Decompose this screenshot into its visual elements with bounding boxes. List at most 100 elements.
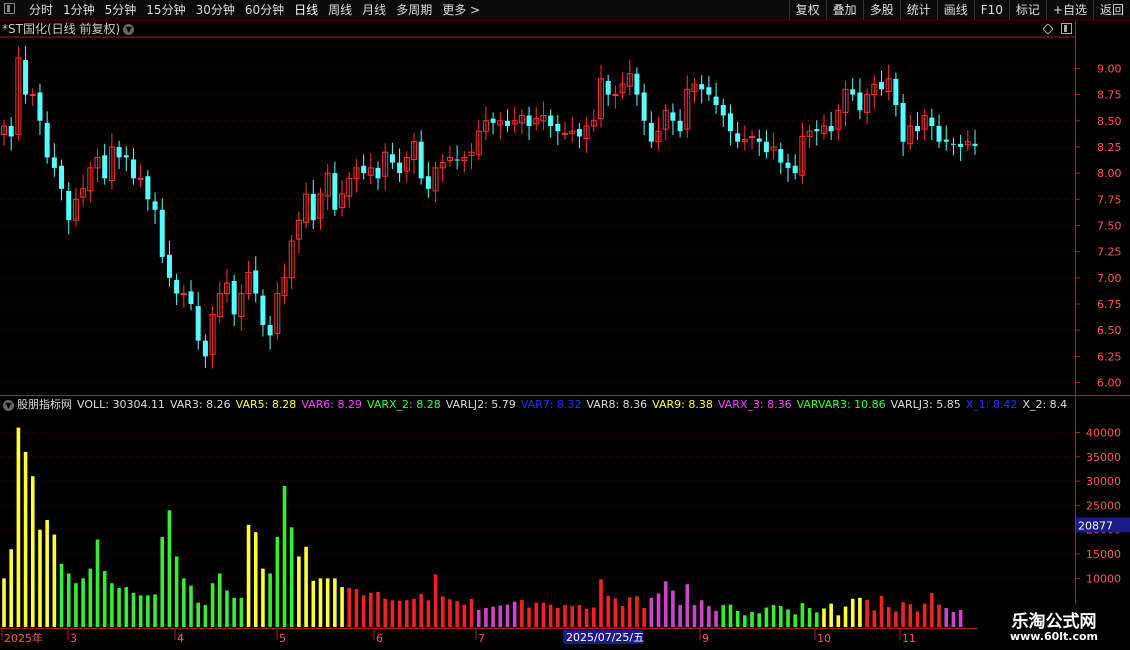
volume-bar (548, 604, 553, 627)
candle (634, 67, 640, 107)
candle (569, 117, 576, 143)
candle (152, 192, 158, 224)
volume-bar (455, 601, 459, 627)
candle-body (878, 82, 884, 90)
volume-bar (95, 539, 100, 627)
candle (37, 83, 43, 135)
volume-bar (599, 579, 603, 627)
volume-bar (268, 573, 272, 627)
candle-body (778, 149, 784, 163)
candle (468, 143, 475, 170)
candle (533, 107, 540, 131)
volume-bar (800, 603, 805, 627)
candle-body (137, 177, 144, 180)
volume-bar (649, 597, 654, 627)
volume-bar (138, 595, 143, 627)
candle-body (260, 295, 266, 325)
volume-bar (829, 603, 833, 627)
candle (446, 145, 453, 167)
volume-bar (563, 605, 567, 627)
candle (756, 129, 762, 156)
candle-body (857, 92, 863, 111)
candle (361, 154, 367, 180)
candle (540, 101, 547, 130)
volume-bar (16, 427, 21, 627)
volume-bar (915, 611, 920, 627)
candle (605, 74, 611, 107)
candle (339, 179, 346, 217)
candle (864, 88, 871, 124)
candle (684, 75, 691, 139)
candle-body (576, 129, 582, 137)
candle (87, 161, 94, 203)
date-tick-label: 4 (177, 632, 184, 645)
candle (195, 291, 201, 350)
candle (741, 125, 748, 151)
indicator-value: VAR7: 8.32 (520, 398, 582, 411)
volume-bar (131, 592, 136, 627)
candle (749, 130, 756, 150)
candle (878, 70, 884, 96)
candle (44, 111, 50, 164)
chevron-down-icon[interactable]: ▼ (3, 399, 14, 411)
candle-body (202, 340, 208, 357)
indicator-bar: ▼ 股朋指标网 VOLL: 30304.11 VAR3: 8.26 VAR5: 8.28… (0, 397, 1075, 413)
price-tick-label: 9.00 (1097, 62, 1122, 75)
candle-body (893, 78, 899, 106)
candle (461, 151, 468, 173)
price-tick-label: 8.50 (1097, 115, 1122, 128)
candle (123, 146, 129, 172)
volume-bar (620, 606, 625, 627)
volume-tick-label: 40000 (1086, 426, 1121, 439)
candle (80, 174, 87, 207)
candle (857, 78, 863, 120)
candle (763, 130, 769, 159)
candle (835, 104, 842, 141)
volume-bar (426, 600, 431, 627)
volume-bar (498, 605, 503, 627)
volume-bar (153, 594, 157, 627)
candle-body (936, 126, 942, 142)
volume-bar (520, 599, 524, 627)
candle (691, 77, 698, 103)
candle (871, 75, 878, 109)
volume-bar (182, 578, 186, 627)
indicator-value: VAR9: 8.38 (652, 398, 713, 411)
candle-body (397, 162, 403, 174)
candle (820, 114, 827, 140)
candle (137, 164, 144, 188)
candle-body (188, 291, 194, 304)
volume-bar (642, 608, 646, 627)
volume-bar (721, 605, 726, 627)
candle (590, 109, 597, 133)
date-highlight-label: 2025/07/25/五 (566, 631, 644, 644)
volume-bar (922, 603, 927, 627)
volume-bar (606, 595, 610, 627)
volume-bar (836, 615, 841, 627)
volume-bar (448, 599, 452, 627)
volume-bar (318, 578, 323, 627)
volume-bar (779, 606, 783, 627)
candle (231, 274, 237, 326)
candle-body (454, 159, 460, 161)
candle-body (648, 122, 654, 142)
volume-bar (476, 609, 481, 627)
candle-body (180, 293, 187, 296)
volume-bar (894, 611, 898, 627)
volume-tick-label: 35000 (1086, 451, 1121, 464)
chart-canvas[interactable]: 9.00 8.75 8.50 8.25 8.00 7.75 7.50 7.25 7.00 6.75… (0, 0, 1130, 650)
candle (174, 273, 180, 306)
indicator-value: X_1: 8.42 (965, 398, 1018, 411)
indicator-name: 股朋指标网 (17, 398, 72, 411)
volume-bar (361, 595, 366, 627)
candle (555, 115, 561, 146)
volume-bar (38, 529, 42, 627)
candle (670, 103, 676, 135)
candle (828, 111, 834, 141)
candle (23, 45, 29, 104)
candle (267, 316, 273, 350)
candle (51, 143, 57, 177)
date-tick-label: 6 (376, 632, 383, 645)
volume-bar (282, 485, 287, 627)
volume-bar (81, 578, 85, 627)
